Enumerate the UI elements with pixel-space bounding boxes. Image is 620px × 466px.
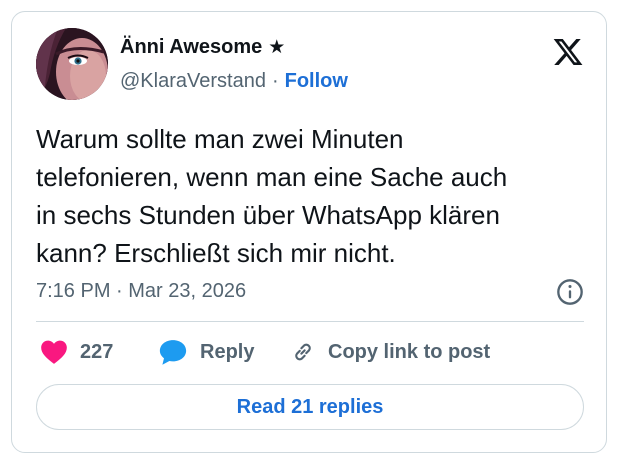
reply-bubble-icon xyxy=(159,340,187,365)
tweet-timestamp[interactable]: 7:16 PM · Mar 23, 2026 xyxy=(36,280,246,303)
avatar-image xyxy=(36,28,108,100)
reply-button[interactable]: Reply xyxy=(158,336,254,368)
follow-link[interactable]: Follow xyxy=(285,70,348,93)
info-icon[interactable] xyxy=(556,278,584,306)
read-replies-button[interactable]: Read 21 replies xyxy=(36,384,584,430)
link-icon xyxy=(295,343,311,361)
author-name-row: Änni Awesome ★ xyxy=(120,36,285,59)
copy-link-button[interactable]: Copy link to post xyxy=(290,336,490,368)
tweet-text: Warum sollte man zwei Minuten telefonier… xyxy=(36,124,508,268)
x-logo-icon[interactable] xyxy=(552,36,584,68)
author-handle[interactable]: @KlaraVerstand xyxy=(120,70,266,93)
heart-icon xyxy=(41,340,67,364)
copy-link-label: Copy link to post xyxy=(328,340,491,363)
like-count: 227 xyxy=(80,340,114,363)
author-display-name[interactable]: Änni Awesome xyxy=(120,36,262,59)
star-icon: ★ xyxy=(268,37,286,58)
tweet-card: Änni Awesome ★ @KlaraVerstand · Follow W… xyxy=(11,11,607,453)
separator-dot: · xyxy=(271,70,279,92)
author-handle-row: @KlaraVerstand · Follow xyxy=(120,70,348,93)
avatar[interactable] xyxy=(36,28,108,100)
reply-label: Reply xyxy=(200,340,255,363)
divider xyxy=(36,321,584,322)
like-button[interactable]: 227 xyxy=(40,336,113,368)
action-bar: 227 Reply Copy link to post xyxy=(36,336,588,368)
